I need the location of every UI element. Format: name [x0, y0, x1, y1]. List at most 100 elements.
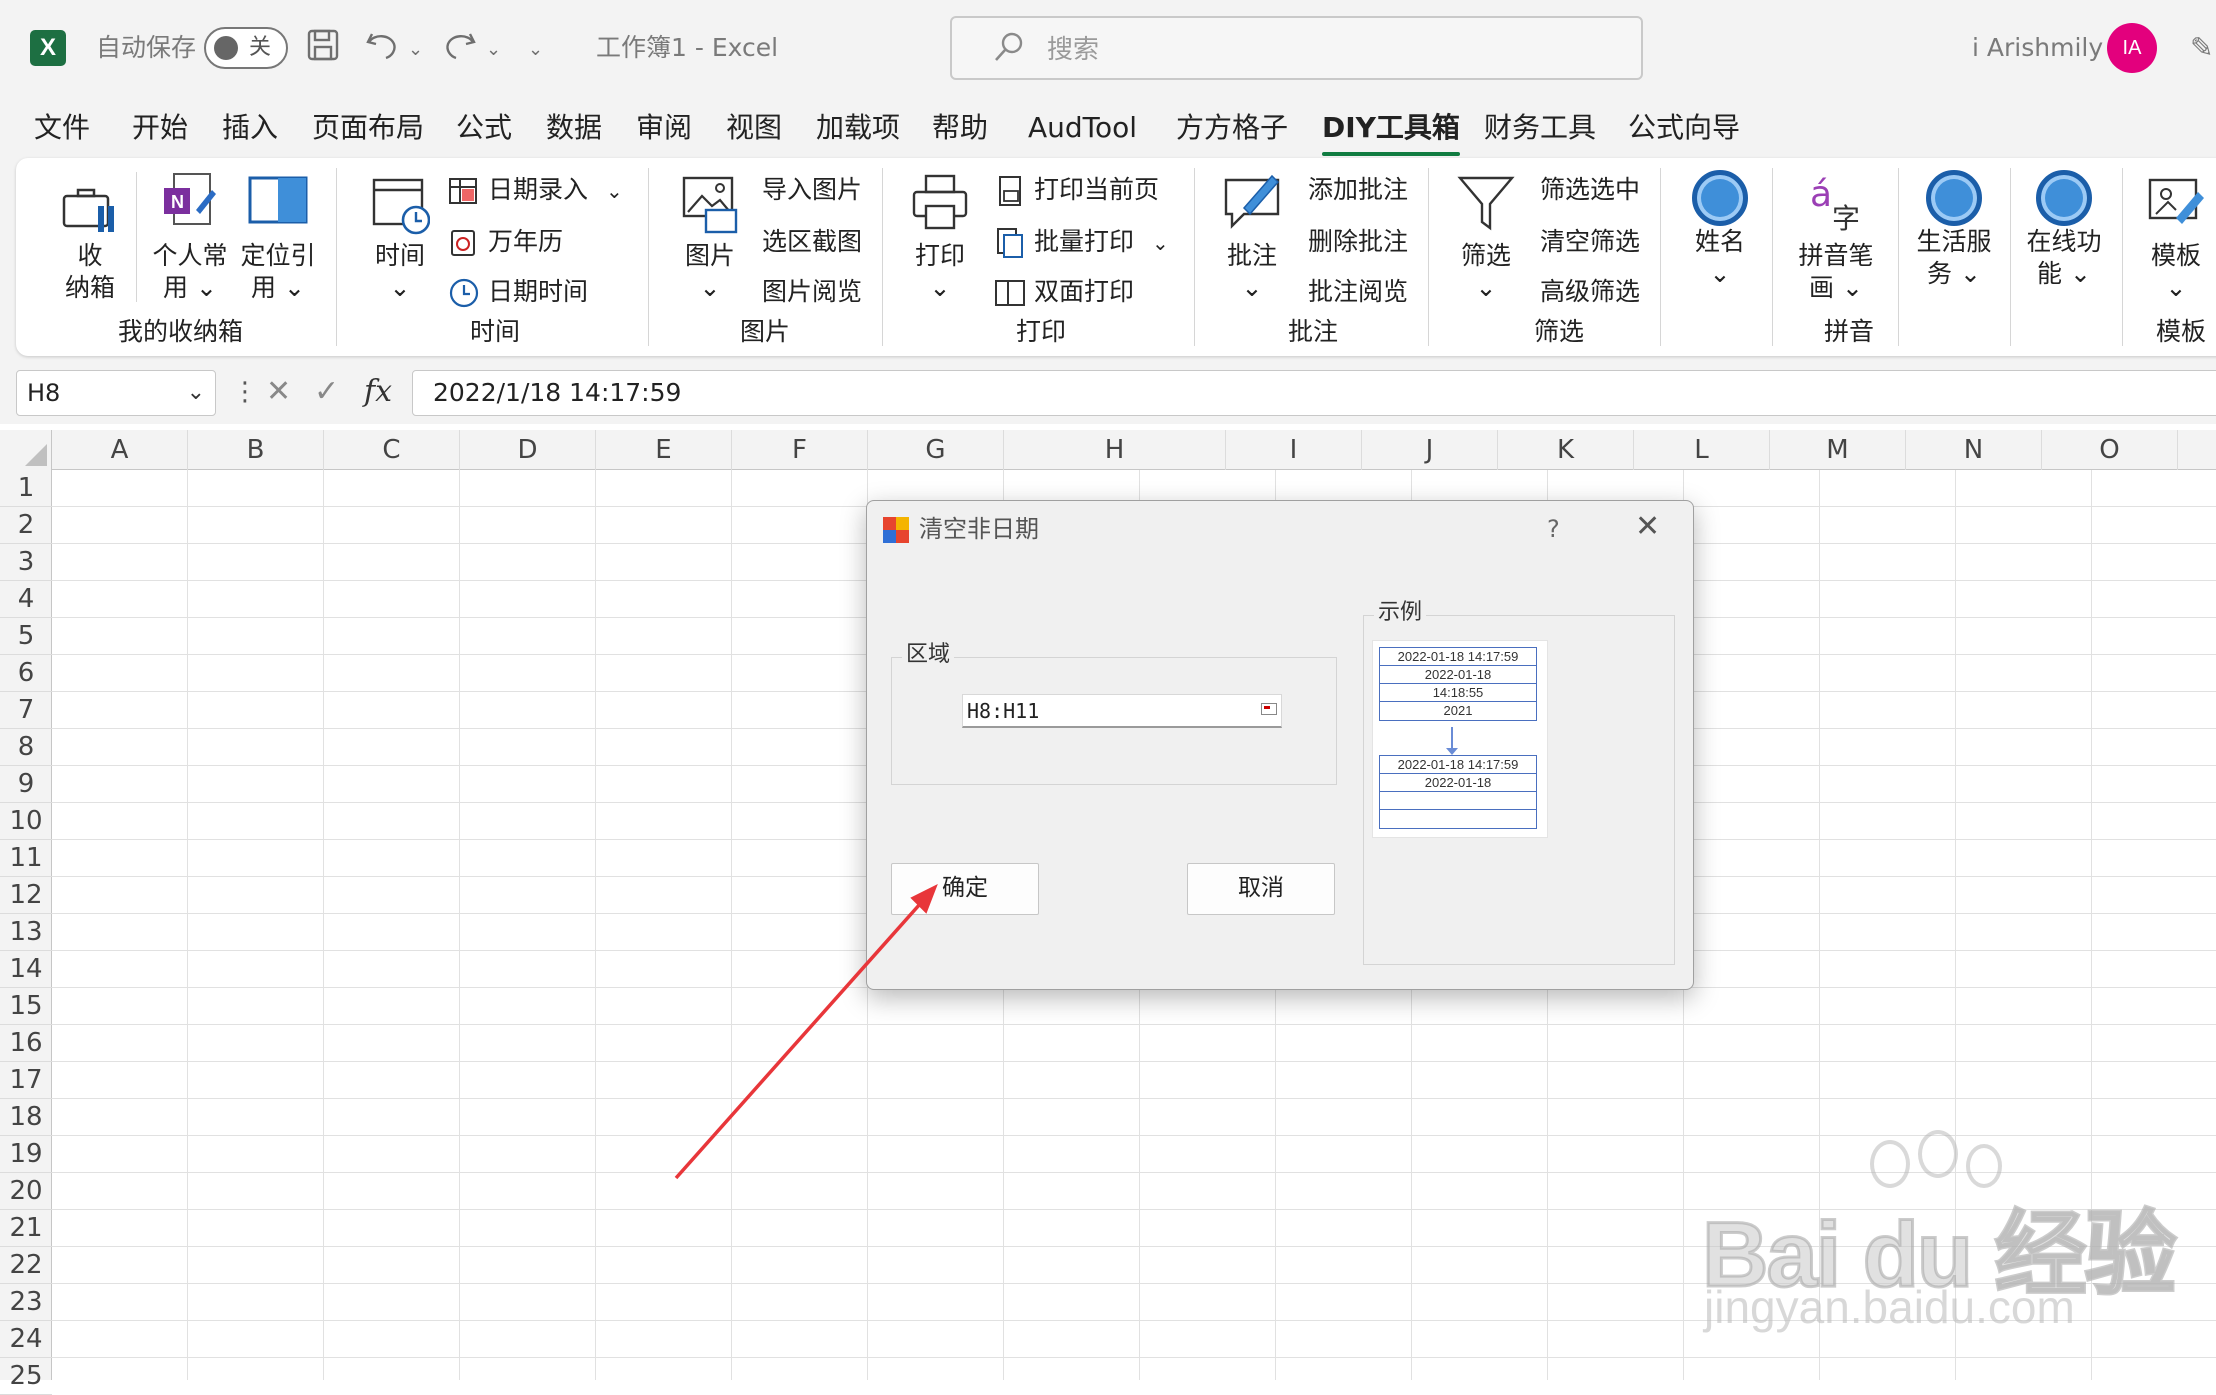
time-button[interactable]: 时间 ⌄ — [360, 170, 440, 304]
column-header[interactable]: N — [1906, 430, 2042, 470]
row-header[interactable]: 3 — [0, 544, 52, 581]
column-header[interactable]: K — [1498, 430, 1634, 470]
tab-data[interactable]: 数据 — [546, 108, 602, 148]
column-header[interactable]: C — [324, 430, 460, 470]
row-header[interactable]: 5 — [0, 618, 52, 655]
row-header[interactable]: 7 — [0, 692, 52, 729]
clear-filter-button[interactable]: 清空筛选 — [1540, 224, 1640, 260]
enter-icon[interactable]: ✓ — [314, 374, 339, 410]
insert-function-icon[interactable]: fx — [364, 374, 392, 410]
row-header[interactable]: 11 — [0, 840, 52, 877]
tab-review[interactable]: 审阅 — [636, 108, 692, 148]
life-services-button[interactable]: 生活服 务 ⌄ — [1906, 170, 2002, 290]
filter-button[interactable]: 筛选 ⌄ — [1446, 170, 1526, 304]
column-header[interactable]: D — [460, 430, 596, 470]
row-header[interactable]: 13 — [0, 914, 52, 951]
row-header[interactable]: 6 — [0, 655, 52, 692]
advanced-filter-button[interactable]: 高级筛选 — [1540, 274, 1640, 310]
column-header[interactable]: B — [188, 430, 324, 470]
select-all-button[interactable] — [0, 430, 52, 470]
tab-help[interactable]: 帮助 — [932, 108, 988, 148]
cancel-button[interactable]: 取消 — [1187, 863, 1335, 915]
row-header[interactable]: 22 — [0, 1247, 52, 1284]
locate-reference-button[interactable]: 定位引 用 ⌄ — [238, 170, 318, 304]
row-header[interactable]: 23 — [0, 1284, 52, 1321]
date-entry-button[interactable]: 日期录入 ⌄ — [448, 172, 623, 209]
name-box[interactable]: H8 ⌄ — [16, 370, 216, 416]
picture-button[interactable]: 图片 ⌄ — [670, 170, 750, 304]
row-header[interactable]: 14 — [0, 951, 52, 988]
column-header[interactable]: L — [1634, 430, 1770, 470]
duplex-print-button[interactable]: 双面打印 — [994, 274, 1134, 310]
row-header[interactable]: 15 — [0, 988, 52, 1025]
undo-dropdown-icon[interactable]: ⌄ — [408, 32, 423, 68]
column-header[interactable]: J — [1362, 430, 1498, 470]
row-header[interactable]: 8 — [0, 729, 52, 766]
chevron-down-icon[interactable]: ⌄ — [187, 371, 205, 415]
selection-screenshot-button[interactable]: 选区截图 — [762, 224, 862, 260]
close-icon[interactable]: ✕ — [1635, 509, 1660, 545]
row-header[interactable]: 21 — [0, 1210, 52, 1247]
redo-icon[interactable] — [442, 28, 478, 71]
more-options-icon[interactable]: ⋮ — [232, 374, 258, 410]
ok-button[interactable]: 确定 — [891, 863, 1039, 915]
row-header[interactable]: 18 — [0, 1099, 52, 1136]
column-header[interactable]: A — [52, 430, 188, 470]
column-header[interactable]: E — [596, 430, 732, 470]
row-header[interactable]: 10 — [0, 803, 52, 840]
user-name[interactable]: i Arishmily — [1972, 30, 2103, 66]
row-header[interactable]: 17 — [0, 1062, 52, 1099]
delete-comment-button[interactable]: 删除批注 — [1308, 224, 1408, 260]
column-header[interactable]: M — [1770, 430, 1906, 470]
date-time-button[interactable]: 日期时间 — [448, 274, 588, 310]
range-input[interactable]: H8:H11 — [962, 694, 1282, 728]
tab-formula-wizard[interactable]: 公式向导 — [1628, 108, 1740, 148]
tab-fangfang[interactable]: 方方格子 — [1176, 108, 1288, 148]
undo-icon[interactable] — [364, 28, 400, 71]
avatar[interactable]: IA — [2107, 23, 2157, 73]
tab-finance-tools[interactable]: 财务工具 — [1484, 108, 1596, 148]
print-current-page-button[interactable]: 打印当前页 — [994, 172, 1159, 208]
tab-audtool[interactable]: AudTool — [1028, 108, 1137, 148]
personal-common-button[interactable]: N 个人常 用 ⌄ — [150, 170, 230, 304]
storage-box-button[interactable]: 收 纳箱 — [50, 180, 130, 304]
tab-view[interactable]: 视图 — [726, 108, 782, 148]
dialog-title-bar[interactable]: 清空非日期 ? ✕ — [867, 501, 1693, 557]
row-header[interactable]: 12 — [0, 877, 52, 914]
row-header[interactable]: 16 — [0, 1025, 52, 1062]
autosave-toggle[interactable]: 关 — [204, 27, 288, 69]
comment-button[interactable]: 批注 ⌄ — [1212, 170, 1292, 304]
column-header[interactable]: H — [1004, 430, 1226, 470]
column-header[interactable]: I — [1226, 430, 1362, 470]
search-box[interactable]: 搜索 — [950, 16, 1643, 80]
row-header[interactable]: 19 — [0, 1136, 52, 1173]
tab-home[interactable]: 开始 — [132, 108, 188, 148]
save-icon[interactable] — [306, 28, 340, 71]
browse-comment-button[interactable]: 批注阅览 — [1308, 274, 1408, 310]
column-header[interactable]: O — [2042, 430, 2178, 470]
row-header[interactable]: 2 — [0, 507, 52, 544]
formula-input[interactable]: 2022/1/18 14:17:59 — [412, 370, 2216, 416]
row-header[interactable]: 20 — [0, 1173, 52, 1210]
pinyin-stroke-button[interactable]: á字 拼音笔 画 ⌄ — [1788, 170, 1884, 304]
row-header[interactable]: 4 — [0, 581, 52, 618]
tab-page-layout[interactable]: 页面布局 — [312, 108, 424, 148]
perpetual-calendar-button[interactable]: 万年历 — [448, 224, 563, 260]
pen-icon[interactable]: ✎ — [2190, 30, 2213, 66]
range-select-icon[interactable] — [1261, 703, 1277, 715]
tab-file[interactable]: 文件 — [34, 108, 90, 148]
tab-diy-toolbox[interactable]: DIY工具箱 — [1322, 108, 1460, 156]
redo-dropdown-icon[interactable]: ⌄ — [486, 32, 501, 68]
help-button[interactable]: ? — [1547, 511, 1560, 547]
filter-selected-button[interactable]: 筛选选中 — [1540, 172, 1640, 208]
row-header[interactable]: 9 — [0, 766, 52, 803]
column-header[interactable]: F — [732, 430, 868, 470]
picture-browse-button[interactable]: 图片阅览 — [762, 274, 862, 310]
row-header[interactable]: 1 — [0, 470, 52, 507]
customize-toolbar-icon[interactable]: ⌄ — [528, 32, 543, 68]
online-features-button[interactable]: 在线功 能 ⌄ — [2016, 170, 2112, 290]
column-header[interactable]: G — [868, 430, 1004, 470]
print-button[interactable]: 打印 ⌄ — [900, 170, 980, 304]
name-button[interactable]: 姓名 ⌄ — [1680, 170, 1760, 290]
tab-formulas[interactable]: 公式 — [456, 108, 512, 148]
